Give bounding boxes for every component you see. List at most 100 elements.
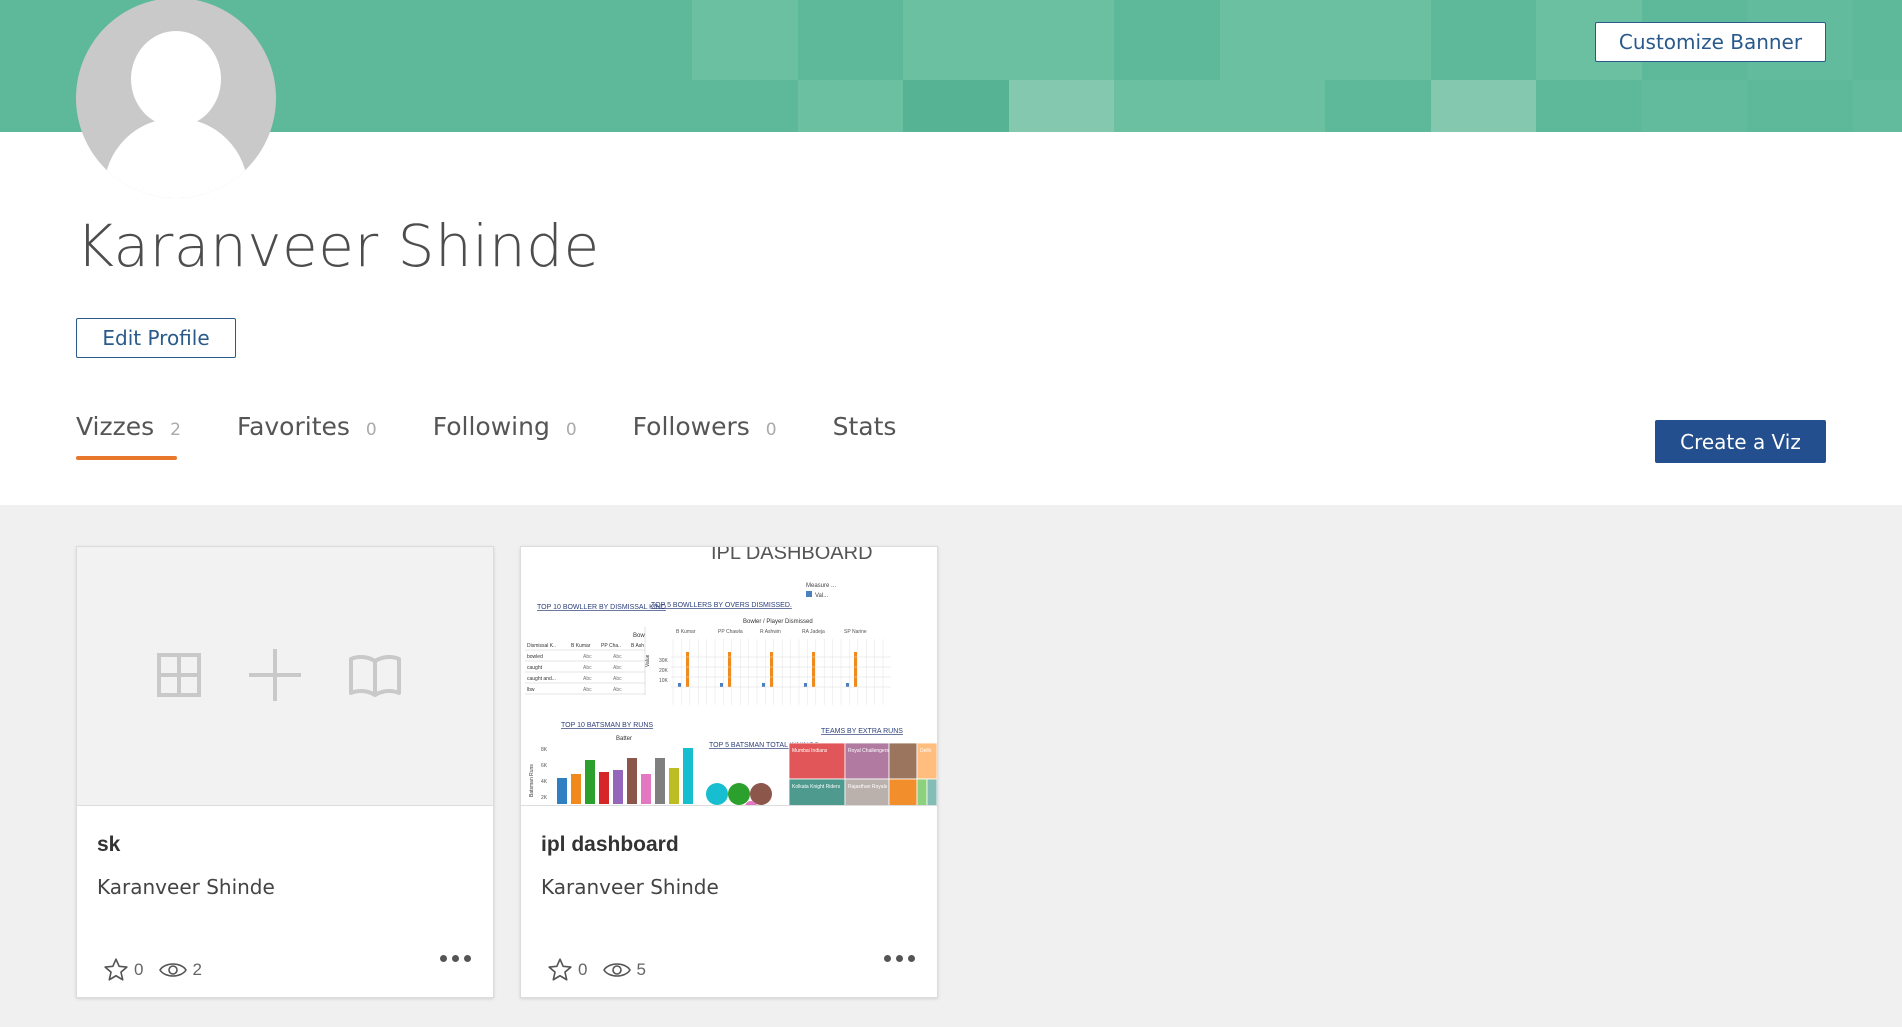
thumb-batsman-bar (683, 748, 693, 804)
viz-stats: 0 5 (547, 957, 662, 983)
viz-title[interactable]: sk (97, 833, 120, 857)
thumb-kind-col: PP Cha.. (601, 643, 621, 649)
thumb-innings-circle (706, 783, 728, 805)
tab-vizzes[interactable]: Vizzes 2 (76, 412, 181, 460)
banner-cell (1852, 80, 1902, 132)
avatar[interactable] (76, 0, 276, 198)
tab-label: Favorites (236, 412, 350, 441)
thumb-overs-bar-small (762, 683, 765, 687)
thumb-overs-bar-small (846, 683, 849, 687)
thumb-kind-cell: Abc (613, 654, 622, 660)
thumb-bowler-name: R Ashwin (760, 629, 781, 635)
banner-cell (1114, 0, 1220, 80)
thumb-batsman-bar (641, 774, 651, 804)
thumb-treemap-tile (916, 778, 928, 805)
tab-favorites[interactable]: Favorites 0 (237, 412, 377, 460)
thumb-kind-cell: Abc (583, 665, 592, 671)
profile-name: Karanveer Shinde (76, 212, 600, 280)
tab-followers[interactable]: Followers 0 (633, 412, 777, 460)
edit-profile-button[interactable]: Edit Profile (76, 318, 236, 358)
star-icon[interactable] (547, 957, 573, 983)
viz-thumbnail-placeholder[interactable] (77, 547, 493, 806)
thumb-bowler-name: SP Narine (844, 629, 867, 635)
thumb-kind-col: B Ash (631, 643, 644, 649)
thumb-kind-row: bowled (527, 654, 543, 660)
thumb-kind-col: B Kumar (571, 643, 591, 649)
favorite-count: 0 (134, 960, 144, 979)
thumb-value-label: Value (645, 654, 651, 667)
thumb-legend-item: Val... (815, 593, 829, 599)
thumb-bowler-name: B Kumar (676, 629, 696, 635)
favorite-count: 0 (578, 960, 588, 979)
star-icon[interactable] (103, 957, 129, 983)
customize-banner-button[interactable]: Customize Banner (1595, 22, 1826, 62)
tab-label: Following (432, 412, 550, 441)
banner-cell (1008, 0, 1114, 80)
tab-count: 0 (565, 420, 577, 440)
plus-icon (249, 649, 301, 701)
thumb-batsman-tick: 4K (541, 779, 548, 785)
banner-cell (1219, 0, 1325, 80)
thumb-overs-title: TOP 5 BOWLLERS BY OVERS DISMISSED. (651, 602, 792, 609)
banner-cell (1219, 80, 1325, 132)
profile-tabs: Vizzes 2 Favorites 0 Following 0 Followers 0… (76, 412, 952, 460)
thumb-treemap-tile (888, 778, 918, 805)
banner-cell (1430, 80, 1536, 132)
thumb-kind-cell: Abc (613, 687, 622, 693)
tab-label: Stats (832, 412, 897, 441)
thumb-batsman-title: TOP 10 BATSMAN BY RUNS (561, 722, 653, 729)
banner-cell (797, 80, 903, 132)
viz-thumbnail[interactable]: IPL DASHBOARD Measure ... Val... TOP 10 … (521, 547, 937, 806)
banner-cell (1641, 80, 1747, 132)
viz-author[interactable]: Karanveer Shinde (97, 875, 275, 899)
thumb-bowler-name: RA Jadeja (802, 629, 825, 635)
viz-title[interactable]: ipl dashboard (541, 833, 679, 857)
profile-banner: Customize Banner (0, 0, 1902, 132)
avatar-body (104, 118, 248, 198)
book-icon (349, 654, 401, 697)
viz-card-ipl-dashboard[interactable]: IPL DASHBOARD Measure ... Val... TOP 10 … (520, 546, 938, 998)
tab-label: Vizzes (76, 412, 155, 441)
thumb-batsman-bar (599, 772, 609, 804)
tab-count: 0 (765, 420, 777, 440)
thumb-kind-title: TOP 10 BOWLLER BY DISMISSAL KIND (537, 604, 666, 611)
thumb-bowler-name: PP Chawla (718, 629, 743, 635)
view-count: 2 (192, 960, 202, 979)
thumb-team-label: Rajasthan Royals (848, 784, 888, 790)
tab-following[interactable]: Following 0 (433, 412, 577, 460)
thumb-kind-row: caught and... (527, 676, 556, 682)
banner-pattern (692, 0, 1902, 132)
viz-author[interactable]: Karanveer Shinde (541, 875, 719, 899)
thumb-batsman-bar (627, 758, 637, 804)
viz-stats: 0 2 (103, 957, 218, 983)
thumb-ytick: 20K (659, 668, 669, 674)
more-options-icon[interactable] (440, 955, 471, 962)
thumb-team-label: Royal Challengers (848, 748, 889, 754)
thumb-kind-cell: Abc (583, 687, 592, 693)
thumb-team-label: Delhi (920, 748, 931, 754)
banner-cell (1114, 80, 1220, 132)
thumb-bow-header: Bow (633, 633, 645, 639)
eye-icon (159, 963, 188, 977)
banner-cell (1325, 0, 1431, 80)
thumb-batter-label: Batter (616, 736, 632, 742)
thumb-batsman-tick: 2K (541, 795, 548, 801)
thumb-kind-row: caught (527, 665, 543, 671)
banner-cell (903, 0, 1009, 80)
viz-card-sk[interactable]: sk Karanveer Shinde 0 2 (76, 546, 494, 998)
thumb-kind-cell: Abc (583, 676, 592, 682)
thumb-legend-title: Measure ... (806, 583, 836, 589)
banner-cell (1008, 80, 1114, 132)
banner-cell (1536, 80, 1642, 132)
tab-stats[interactable]: Stats (833, 412, 897, 460)
create-viz-button[interactable]: Create a Viz (1655, 420, 1826, 463)
more-options-icon[interactable] (884, 955, 915, 962)
tab-count: 2 (170, 420, 181, 440)
thumb-batsman-bar (655, 758, 665, 804)
banner-cell (1852, 0, 1902, 80)
thumb-extra-title: TEAMS BY EXTRA RUNS (821, 728, 903, 735)
thumb-ytick: 10K (659, 678, 669, 684)
thumb-header: IPL DASHBOARD (711, 547, 873, 564)
thumb-batsman-bar (669, 768, 679, 804)
thumb-kind-row: Dismissal K.. (527, 643, 556, 649)
